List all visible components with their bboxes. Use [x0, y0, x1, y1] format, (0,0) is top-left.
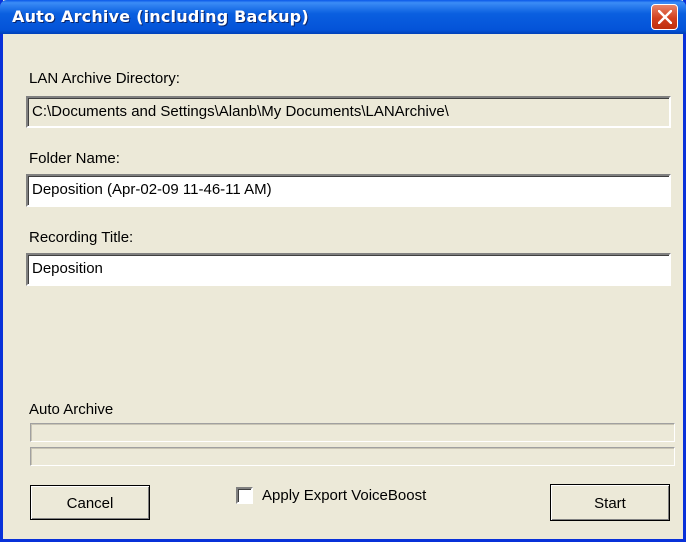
cancel-button[interactable]: Cancel: [30, 485, 150, 520]
lan-archive-directory-label: LAN Archive Directory:: [29, 70, 180, 87]
close-icon: [658, 10, 672, 24]
recording-title-label: Recording Title:: [29, 229, 134, 246]
title-bar[interactable]: Auto Archive (including Backup): [0, 0, 686, 34]
lan-archive-directory-field: C:\Documents and Settings\Alanb\My Docum…: [26, 96, 671, 128]
window-title: Auto Archive (including Backup): [12, 7, 309, 26]
auto-archive-progress-label: Auto Archive: [29, 401, 114, 418]
auto-archive-progress-bar-2: [30, 447, 675, 466]
folder-name-input[interactable]: Deposition (Apr-02-09 11-46-11 AM): [26, 174, 671, 207]
voiceboost-checkbox[interactable]: [236, 487, 253, 504]
recording-title-input[interactable]: Deposition: [26, 253, 671, 286]
voiceboost-checkbox-label[interactable]: Apply Export VoiceBoost: [262, 487, 426, 504]
start-button[interactable]: Start: [550, 484, 670, 521]
auto-archive-dialog: Auto Archive (including Backup) LAN Arch…: [0, 0, 686, 542]
close-button[interactable]: [651, 4, 678, 30]
auto-archive-progress-bar-1: [30, 423, 675, 442]
start-button-label: Start: [594, 495, 626, 512]
folder-name-label: Folder Name:: [29, 150, 120, 167]
cancel-button-label: Cancel: [66, 495, 114, 512]
